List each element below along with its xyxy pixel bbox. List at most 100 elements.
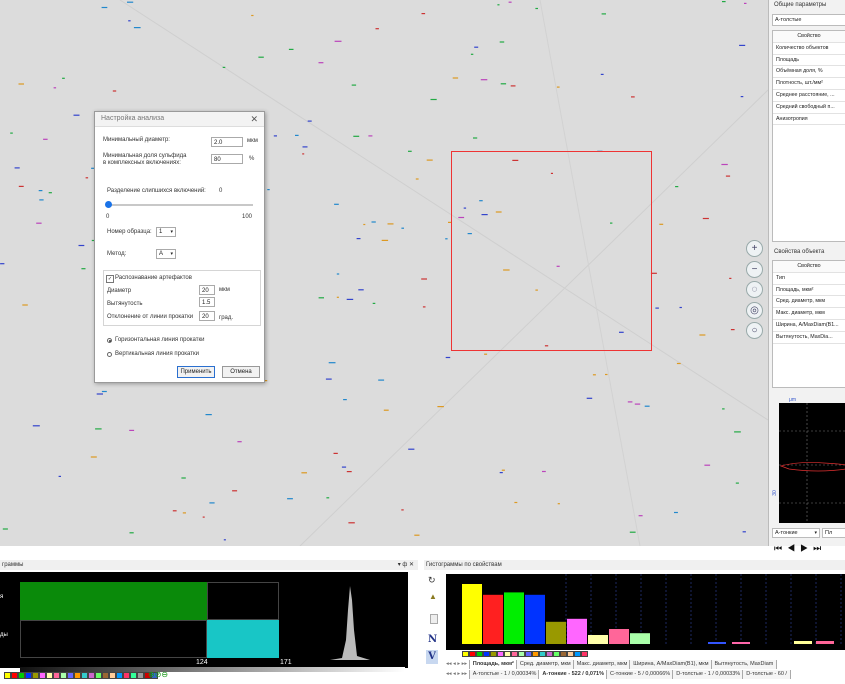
- zoom-fit-icon[interactable]: ◌: [746, 281, 763, 298]
- tab-item[interactable]: D-толстые - 60 /: [742, 670, 791, 679]
- histogram-bar[interactable]: [630, 633, 650, 644]
- radio-vertical[interactable]: [107, 352, 112, 357]
- artifacts-checkbox[interactable]: ✓: [106, 275, 114, 283]
- palette-swatch[interactable]: [25, 672, 32, 679]
- palette-swatch[interactable]: [511, 651, 518, 657]
- volume-icon[interactable]: V: [426, 650, 438, 664]
- histogram-bar[interactable]: [525, 594, 545, 644]
- palette-swatch[interactable]: [11, 672, 18, 679]
- histogram-bar[interactable]: [816, 641, 834, 644]
- histogram-bar[interactable]: [546, 621, 566, 644]
- normalize-icon[interactable]: N: [428, 634, 437, 645]
- palette-swatch[interactable]: [462, 651, 469, 657]
- palette-swatch[interactable]: [504, 651, 511, 657]
- histogram-bar[interactable]: [708, 642, 726, 644]
- palette-swatch[interactable]: [116, 672, 123, 679]
- palette-swatch[interactable]: [130, 672, 137, 679]
- palette-swatch[interactable]: [469, 651, 476, 657]
- palette-swatch[interactable]: [560, 651, 567, 657]
- general-table-row[interactable]: Средний свободный п...: [773, 102, 845, 114]
- histogram-bar[interactable]: [609, 629, 629, 644]
- min-sulfide-input[interactable]: 80: [211, 154, 243, 164]
- class-select[interactable]: А-тонкие ▾: [772, 528, 820, 538]
- palette-swatch[interactable]: [539, 651, 546, 657]
- document-icon[interactable]: [430, 614, 438, 624]
- histogram-bar[interactable]: [504, 592, 524, 644]
- palette-swatch[interactable]: [574, 651, 581, 657]
- category-select[interactable]: А-толстые: [772, 14, 845, 26]
- object-table-row[interactable]: Вытянутость, MaxDia...: [773, 332, 845, 344]
- zoom-in-icon[interactable]: +: [746, 240, 763, 257]
- tab-item[interactable]: А-тонкие - 522 / 0,071%: [538, 670, 608, 679]
- general-table-row[interactable]: Количество объектов: [773, 43, 845, 55]
- palette-swatch[interactable]: [74, 672, 81, 679]
- tab-item[interactable]: С-тонкие - 5 / 0,00066%: [606, 670, 675, 679]
- prev-record-icon[interactable]: ◀: [787, 543, 800, 553]
- palette-swatch[interactable]: [546, 651, 553, 657]
- palette-swatch[interactable]: [109, 672, 116, 679]
- tab-item[interactable]: Ширина, A/MaxDiam(B1), мкм: [629, 660, 713, 669]
- histogram-bar[interactable]: [588, 635, 608, 644]
- general-table-row[interactable]: Площадь: [773, 55, 845, 67]
- palette-swatch[interactable]: [497, 651, 504, 657]
- histogram-bar[interactable]: [794, 641, 812, 644]
- min-diameter-input[interactable]: 2.0: [211, 137, 243, 147]
- analysis-region-frame[interactable]: [451, 151, 652, 351]
- tab-item[interactable]: Сред. диаметр, мкм: [515, 660, 575, 669]
- tab-nav-icon[interactable]: ◂◂ ◂ ▸ ▸▸: [446, 661, 469, 667]
- zoom-region-icon[interactable]: ○: [746, 322, 763, 339]
- palette-tools-icon[interactable]: ⊕⊘⊖: [148, 670, 168, 679]
- palette-swatch[interactable]: [525, 651, 532, 657]
- general-table-row[interactable]: Среднее расстояние, ...: [773, 90, 845, 102]
- dialog-titlebar[interactable]: Настройка анализа ✕: [95, 112, 264, 127]
- method-select[interactable]: A ▾: [156, 249, 176, 259]
- next-record-icon[interactable]: ▶: [800, 543, 813, 553]
- histogram-bar[interactable]: [567, 618, 587, 644]
- general-table-row[interactable]: Анизотропия: [773, 114, 845, 126]
- property-select[interactable]: Пл: [822, 528, 845, 538]
- object-table-row[interactable]: Макс. диаметр, мкм: [773, 308, 845, 320]
- palette-swatch[interactable]: [567, 651, 574, 657]
- histogram-bar[interactable]: [462, 584, 482, 644]
- palette-swatch[interactable]: [4, 672, 11, 679]
- palette-swatch[interactable]: [137, 672, 144, 679]
- palette-swatch[interactable]: [18, 672, 25, 679]
- palette-swatch[interactable]: [95, 672, 102, 679]
- palette-swatch[interactable]: [532, 651, 539, 657]
- tab-item[interactable]: D-толстые - 1 / 0,00033%: [672, 670, 745, 679]
- palette-swatch[interactable]: [46, 672, 53, 679]
- split-slider-track[interactable]: [107, 204, 253, 206]
- palette-swatch[interactable]: [518, 651, 525, 657]
- general-table-row[interactable]: Объёмная доля, %: [773, 66, 845, 79]
- shape-tool-icon[interactable]: ▲: [429, 592, 437, 601]
- palette-swatch[interactable]: [476, 651, 483, 657]
- palette-swatch[interactable]: [67, 672, 74, 679]
- split-slider-thumb[interactable]: [105, 201, 112, 208]
- cancel-button[interactable]: Отмена: [222, 366, 260, 378]
- palette-swatch[interactable]: [123, 672, 130, 679]
- histogram-bar[interactable]: [483, 594, 503, 644]
- tab-item[interactable]: А-толстые - 1 / 0,00034%: [468, 670, 541, 679]
- panel-pin-icon[interactable]: ▾ ф ✕: [398, 560, 414, 570]
- histogram-bar[interactable]: [732, 642, 750, 644]
- palette-swatch[interactable]: [88, 672, 95, 679]
- tab-item[interactable]: Площадь, мкм²: [468, 660, 518, 669]
- object-table-row[interactable]: Ширина, A/MaxDiam(B1...: [773, 320, 845, 332]
- palette-swatch[interactable]: [32, 672, 39, 679]
- palette-swatch[interactable]: [490, 651, 497, 657]
- palette-swatch[interactable]: [81, 672, 88, 679]
- last-record-icon[interactable]: ⏭: [813, 543, 826, 553]
- general-table-row[interactable]: Плотность, шт./мм²: [773, 78, 845, 90]
- close-icon[interactable]: ✕: [250, 112, 258, 126]
- zoom-out-icon[interactable]: −: [746, 261, 763, 278]
- sample-select[interactable]: 1 ▾: [156, 227, 176, 237]
- palette-swatch[interactable]: [53, 672, 60, 679]
- object-table-row[interactable]: Площадь, мкм²: [773, 285, 845, 297]
- palette-swatch[interactable]: [483, 651, 490, 657]
- palette-swatch[interactable]: [553, 651, 560, 657]
- object-table-row[interactable]: Сред. диаметр, мкм: [773, 296, 845, 309]
- palette-swatch[interactable]: [39, 672, 46, 679]
- zoom-actual-icon[interactable]: ◎: [746, 302, 763, 319]
- tab-item[interactable]: Вытянутость, MaxDiam: [710, 660, 778, 669]
- palette-swatch[interactable]: [60, 672, 67, 679]
